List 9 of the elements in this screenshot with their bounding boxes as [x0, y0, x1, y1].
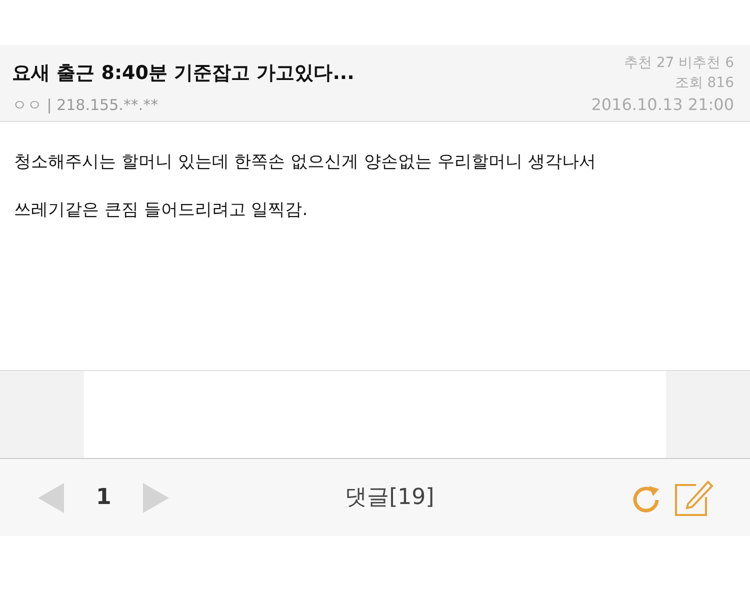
comments-button[interactable]: 댓글[19]: [345, 481, 434, 514]
page-number: 1: [96, 484, 112, 512]
post-date: 2016.10.13 21:00: [591, 94, 734, 116]
post-paragraph: 청소해주시는 할머니 있는데 한쪽손 없으신게 양손없는 우리할머니 생각나서: [14, 151, 597, 174]
view-count: 조회 816: [674, 74, 734, 93]
post-title: 요새 출근 8:40분 기준잡고 가고있다...: [12, 61, 354, 86]
post-paragraph: 쓰레기같은 큰짐 들어드리려고 일찍감.: [14, 199, 309, 222]
author-info: ㅇㅇ | 218.155.**.**: [12, 94, 160, 116]
vote-counts: 추천 27 비추천 6: [624, 54, 734, 73]
